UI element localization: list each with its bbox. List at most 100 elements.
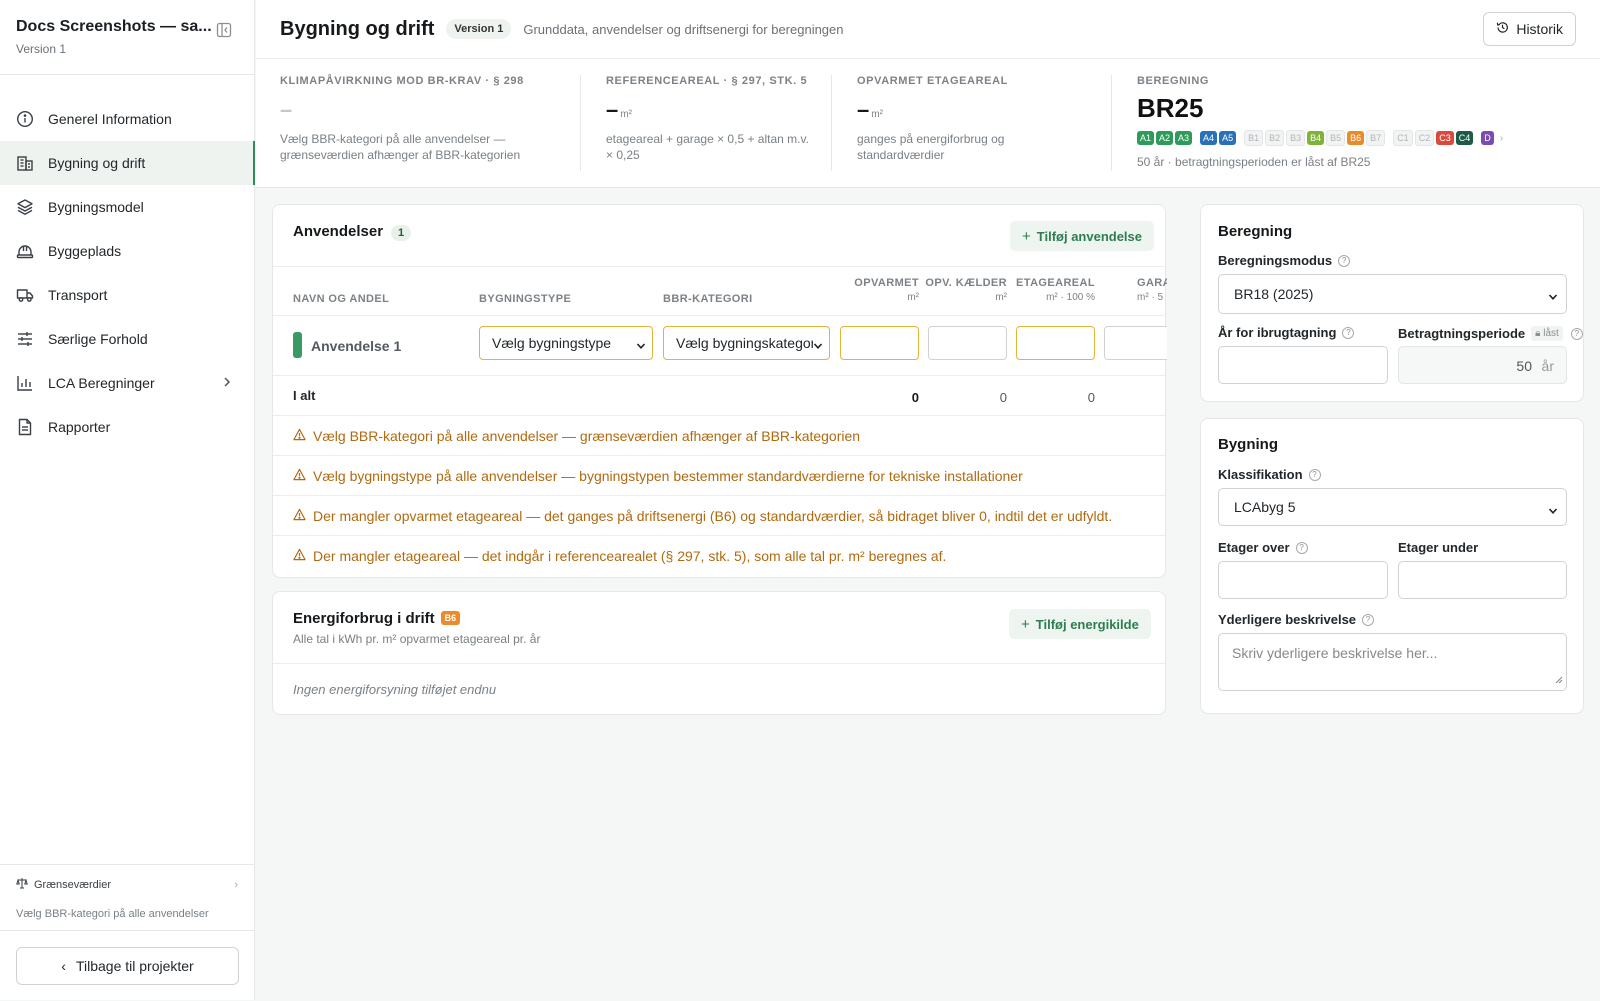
calculation-panel: Beregning Beregningsmodus? BR18 (2025) Å…: [1200, 204, 1584, 402]
limits-description: Vælg BBR-kategori på alle anvendelser: [16, 908, 209, 920]
stat-text: etageareal + garage × 0,5 + altan m.v.: [606, 132, 809, 146]
floors-above-input[interactable]: [1218, 561, 1388, 599]
sidebar-nav: Generel Information Bygning og drift Byg…: [0, 75, 255, 449]
field-label: Etager under: [1398, 540, 1479, 555]
sidebar-item-label: Byggeplads: [48, 243, 122, 259]
select-value: BR18 (2025): [1234, 286, 1314, 302]
floor-area-input[interactable]: [1016, 326, 1095, 360]
help-icon[interactable]: ?: [1308, 468, 1321, 481]
back-to-projects-label: Tilbage til projekter: [75, 958, 194, 974]
classification-select[interactable]: LCAbyg 5: [1218, 488, 1567, 526]
module-chip: B1: [1244, 130, 1264, 146]
chevron-right-icon: ›: [234, 878, 238, 891]
sidebar-item-generel-information[interactable]: Generel Information: [0, 97, 254, 141]
sidebar-item-rapporter[interactable]: Rapporter: [0, 405, 254, 449]
chevron-down-icon: [636, 338, 646, 349]
main-area: Bygning og drift Version 1 Grunddata, an…: [256, 0, 1600, 1000]
stat-unit: m²: [871, 109, 883, 120]
period-unit: år: [1541, 358, 1554, 374]
column-header: Opvarmet: [854, 277, 919, 289]
floors-below-input[interactable]: [1398, 561, 1567, 599]
sidebar-item-label: Rapporter: [48, 419, 111, 435]
empty-state-text: Ingen energiforsyning tilføjet endnu: [293, 682, 497, 697]
stat-reference: Referenceareal · § 297, stk. 5 – m² etage…: [606, 75, 826, 163]
field-label: Etager over: [1218, 540, 1290, 555]
sliders-icon: [16, 330, 34, 348]
module-chip: C3: [1436, 131, 1454, 145]
module-chip: B7: [1366, 130, 1386, 146]
card-subtitle: Alle tal i kWh pr. m² opvarmet etagearea…: [293, 632, 541, 646]
column-header-basement: Opv. kælder m²: [917, 277, 1007, 303]
classification-label: Klassifikation?: [1218, 467, 1321, 482]
commissioning-year-input[interactable]: [1218, 346, 1388, 384]
locked-label: låst: [1543, 328, 1559, 339]
select-value: Vælg bygningskategori: [676, 335, 819, 351]
chevron-down-icon: [1548, 503, 1558, 514]
total-label: I alt: [293, 388, 316, 403]
warning-message: Vælg BBR-kategori på alle anvendelser — …: [273, 416, 1165, 456]
bbr-category-select[interactable]: Vælg bygningskategori: [663, 326, 830, 360]
divider: [831, 75, 832, 171]
history-icon: [1496, 21, 1516, 37]
page-title: Bygning og drift: [280, 17, 435, 40]
help-icon[interactable]: ?: [1362, 613, 1375, 626]
warning-text: Vælg BBR-kategori på alle anvendelser — …: [313, 427, 861, 444]
description-textarea[interactable]: Skriv yderligere beskrivelse her...: [1218, 633, 1567, 691]
period-field: 50 år: [1398, 346, 1567, 384]
sidebar-item-bygning-og-drift[interactable]: Bygning og drift: [0, 141, 255, 185]
uses-card: Anvendelser 1 + Tilføj anvendelse Navn og …: [272, 204, 1167, 578]
stat-unit: m²: [620, 109, 632, 120]
module-chip: A1: [1137, 131, 1155, 145]
column-header-floor: Etageareal m² · 100 %: [1005, 277, 1095, 303]
stat-text: × 0,25: [606, 148, 640, 162]
sidebar: Docs Screenshots — sa... Version 1 Gener…: [0, 0, 255, 1000]
help-icon[interactable]: ?: [1342, 326, 1355, 339]
module-chip: A5: [1219, 131, 1237, 145]
heated-basement-input[interactable]: [928, 326, 1007, 360]
sidebar-item-label: Bygningsmodel: [48, 199, 144, 215]
sidebar-item-bygningsmodel[interactable]: Bygningsmodel: [0, 185, 254, 229]
field-label: Beregningsmodus: [1218, 253, 1333, 268]
heated-area-input[interactable]: [840, 326, 919, 360]
select-value: LCAbyg 5: [1234, 499, 1296, 515]
help-icon[interactable]: ?: [1570, 327, 1583, 340]
module-chip: A4: [1200, 131, 1218, 145]
sidebar-item-lca-beregninger[interactable]: LCA Beregninger: [0, 361, 254, 405]
add-energy-source-button[interactable]: + Tilføj energikilde: [1009, 609, 1151, 639]
truck-icon: [16, 286, 34, 304]
add-use-button[interactable]: + Tilføj anvendelse: [1010, 221, 1155, 251]
collapse-sidebar-icon[interactable]: [216, 22, 232, 38]
sidebar-item-transport[interactable]: Transport: [0, 273, 254, 317]
building-type-select[interactable]: Vælg bygningstype: [479, 326, 653, 360]
mode-label: Beregningsmodus?: [1218, 253, 1351, 268]
calculation-mode-select[interactable]: BR18 (2025): [1218, 274, 1567, 314]
field-label: Klassifikation: [1218, 467, 1303, 482]
module-badge: B6: [440, 611, 461, 625]
use-name[interactable]: Anvendelse 1: [311, 338, 401, 354]
stat-value: –: [606, 97, 619, 122]
period-value: 50: [1516, 358, 1532, 374]
limits-label: Grænseværdier: [34, 878, 112, 891]
column-unit: m² · 100 %: [1046, 292, 1095, 303]
help-icon[interactable]: ?: [1338, 254, 1351, 267]
garage-area-input[interactable]: [1104, 326, 1167, 360]
field-label: Yderligere beskrivelse: [1218, 612, 1357, 627]
stat-text: standardværdier: [857, 148, 945, 162]
history-button[interactable]: Historik: [1483, 12, 1576, 46]
limits-panel[interactable]: Grænseværdier › Vælg BBR-kategori på all…: [0, 864, 254, 930]
column-header: Opv. kælder: [925, 277, 1007, 289]
resize-handle-icon[interactable]: [1555, 671, 1563, 687]
page-header: Bygning og drift Version 1 Grunddata, an…: [256, 0, 1600, 58]
back-to-projects-button[interactable]: ‹ Tilbage til projekter: [16, 947, 239, 985]
sidebar-item-byggeplads[interactable]: Byggeplads: [0, 229, 254, 273]
sidebar-item-saerlige-forhold[interactable]: Særlige Forhold: [0, 317, 254, 361]
project-title[interactable]: Docs Screenshots — sa...: [16, 18, 238, 36]
stat-text: ganges på energiforbrug og: [857, 132, 1005, 146]
use-color-marker: [293, 332, 302, 358]
module-chip: C4: [1455, 131, 1474, 145]
stat-text: Vælg BBR-kategori på alle anvendelser —: [280, 132, 506, 146]
stat-label: Referenceareal · § 297, stk. 5: [606, 75, 808, 87]
card-title: Energiforbrug i drift: [293, 610, 435, 627]
help-icon[interactable]: ?: [1295, 541, 1308, 554]
column-header: BBR-kategori: [663, 293, 753, 305]
